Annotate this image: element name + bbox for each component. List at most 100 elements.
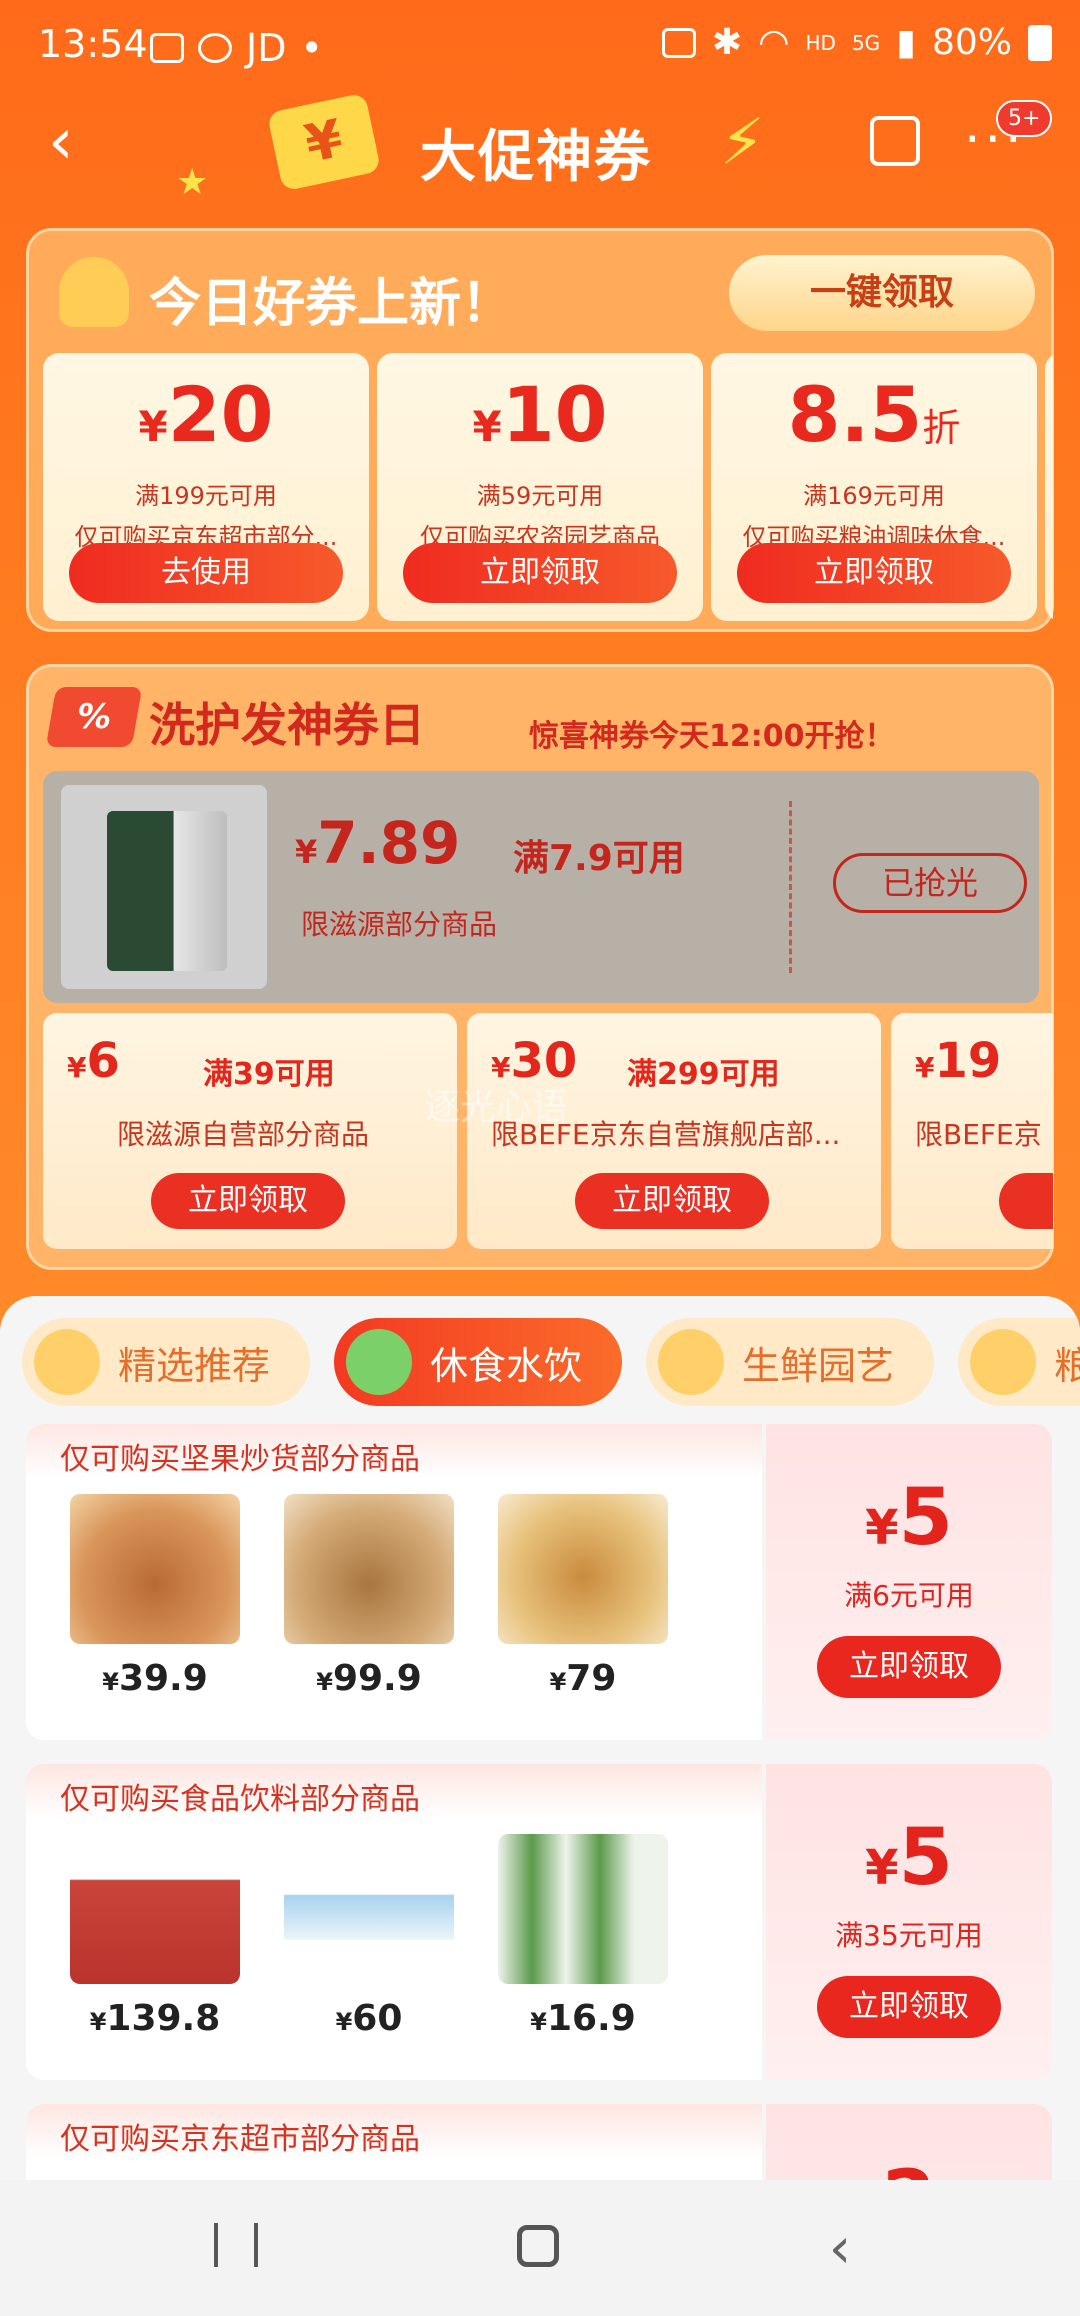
ticket-icon: ¥ — [266, 92, 382, 192]
chevron-left-icon: ‹ — [828, 2216, 852, 2281]
today-coupons-title: 今日好券上新！ — [149, 274, 514, 334]
home-icon — [517, 2225, 559, 2267]
coupon-condition: 满199元可用 — [135, 482, 277, 510]
watermark: 逐光心语 — [424, 1087, 569, 1128]
shop-header: 仅可购买坚果炒货部分商品 — [26, 1424, 762, 1478]
tab-fresh-garden[interactable]: 生鲜园艺 — [646, 1318, 934, 1406]
coupon-amount: ¥5 — [865, 1473, 953, 1563]
status-time: 13:54 — [38, 22, 148, 66]
coupon-amount: 2 — [766, 2158, 1052, 2180]
pouch-image — [107, 811, 227, 971]
coupon-amount: ¥19 — [915, 1033, 1002, 1089]
status-right-icons: ✱ ◠ HD 5G ▮ 80% — [661, 22, 1052, 63]
shop-header: 仅可购买食品饮料部分商品 — [26, 1764, 762, 1818]
tab-featured[interactable]: 精选推荐 — [22, 1318, 310, 1406]
milk-gift-box-image — [70, 1834, 240, 1984]
shop-products[interactable]: 仅可购买京东超市部分商品 — [26, 2104, 762, 2180]
page-title: 大促神券 — [420, 125, 652, 190]
today-coupons-panel: 今日好券上新！ 一键领取 ¥20 满199元可用 仅可购买京东超市部分... 去… — [26, 228, 1054, 632]
coupon-amount: ¥10 — [472, 370, 608, 459]
claim-coupon-button[interactable]: 立即领取 — [817, 1636, 1001, 1698]
almond-jar-image — [70, 1494, 240, 1644]
category-tabs: 精选推荐 休食水饮 生鲜园艺 粮 — [22, 1318, 1080, 1408]
coupon-card: ¥10 满59元可用 仅可购买农资园艺商品 立即领取 — [377, 353, 703, 621]
featured-coupon-amount: ¥7.89 — [295, 809, 461, 877]
small-coupon-row[interactable]: ¥6 满39可用 限滋源自营部分商品 立即领取 ¥30 满299可用 限BEFE… — [43, 1013, 1053, 1249]
oil-icon — [970, 1329, 1036, 1395]
coupon-desc: 限滋源自营部分商品 — [117, 1118, 370, 1151]
product-price: ¥39.9 — [102, 1658, 208, 1699]
product-item[interactable]: ¥79 — [488, 1494, 678, 1699]
recents-icon — [214, 2223, 258, 2267]
hair-care-subtitle: 惊喜神券今天12:00开抢！ — [529, 719, 895, 754]
shop-coupon-card: 仅可购买食品饮料部分商品 ¥139.8 ¥60 ¥16.9 ¥5 满35元可用 … — [26, 1764, 1052, 2080]
claim-all-button[interactable]: 一键领取 — [729, 255, 1035, 331]
bluetooth-icon: ✱ — [711, 22, 743, 63]
small-coupon-card: ¥6 满39可用 限滋源自营部分商品 立即领取 — [43, 1013, 457, 1249]
claim-coupon-button[interactable]: 立即领取 — [817, 1976, 1001, 2038]
tab-grain[interactable]: 粮 — [958, 1318, 1080, 1406]
coupon-condition: 满59元可用 — [476, 482, 604, 510]
coupon-condition: 满169元可用 — [803, 482, 945, 510]
product-price: ¥60 — [335, 1998, 403, 2039]
coupon-desc: 限BEFE京 — [915, 1118, 1042, 1151]
gallery-icon — [150, 33, 184, 63]
battery-icon — [1028, 24, 1052, 61]
milk-bottles-image — [498, 1834, 668, 1984]
claim-coupon-button[interactable]: 立即领取 — [151, 1173, 345, 1229]
product-price: ¥99.9 — [316, 1658, 422, 1699]
sold-out-button[interactable]: 已抢光 — [833, 853, 1027, 913]
bell-icon — [59, 257, 129, 327]
mixed-nuts-jar-image — [498, 1494, 668, 1644]
today-coupon-row[interactable]: ¥20 满199元可用 仅可购买京东超市部分... 去使用 ¥10 满59元可用… — [43, 353, 1053, 621]
use-coupon-button[interactable]: 去使用 — [69, 543, 343, 603]
claim-coupon-button[interactable]: 立即领取 — [575, 1173, 769, 1229]
recents-button[interactable] — [196, 2214, 276, 2284]
walnut-image — [284, 1494, 454, 1644]
shop-coupon-card: 仅可购买京东超市部分商品 2 — [26, 2104, 1052, 2180]
shop-coupon: 2 — [766, 2104, 1052, 2180]
claim-coupon-button[interactable]: 立即领取 — [737, 543, 1011, 603]
coupon-condition: 满35元可用 — [835, 1919, 983, 1952]
product-item[interactable]: ¥39.9 — [60, 1494, 250, 1699]
product-item[interactable]: ¥60 — [274, 1834, 464, 2039]
shop-products[interactable]: 仅可购买坚果炒货部分商品 ¥39.9 ¥99.9 ¥79 — [26, 1424, 762, 1740]
shop-products[interactable]: 仅可购买食品饮料部分商品 ¥139.8 ¥60 ¥16.9 — [26, 1764, 762, 2080]
featured-coupon-condition: 满7.9可用 — [513, 838, 685, 879]
system-nav-bar: ‹ — [0, 2180, 1080, 2316]
app-notification-icon — [198, 33, 232, 63]
product-item[interactable]: ¥16.9 — [488, 1834, 678, 2039]
featured-coupon: ¥7.89 满7.9可用 限滋源部分商品 已抢光 — [43, 771, 1039, 1003]
share-button[interactable] — [870, 116, 920, 166]
durian-icon — [658, 1329, 724, 1395]
coupon-condition: 满6元可用 — [844, 1579, 974, 1612]
shop-coupon-card: 仅可购买坚果炒货部分商品 ¥39.9 ¥99.9 ¥79 ¥5 满6元可用 立即… — [26, 1424, 1052, 1740]
message-icon — [661, 27, 696, 58]
battery-label: 80% — [931, 22, 1012, 63]
shop-coupon: ¥5 满35元可用 立即领取 — [766, 1764, 1052, 2080]
claim-coupon-button[interactable]: 立 — [999, 1173, 1053, 1229]
coupon-amount: ¥20 — [138, 370, 274, 459]
star-icon: ★ — [176, 162, 209, 203]
notification-badge: 5+ — [996, 100, 1053, 137]
hair-care-title: 洗护发神券日 — [149, 698, 425, 752]
shop-header: 仅可购买京东超市部分商品 — [26, 2104, 762, 2158]
coupon-amount: ¥6 — [67, 1033, 120, 1089]
shop-coupon: ¥5 满6元可用 立即领取 — [766, 1424, 1052, 1740]
claim-coupon-button[interactable]: 立即领取 — [403, 543, 677, 603]
coupon-card-partial — [1045, 353, 1053, 621]
status-app-label: JD — [246, 26, 287, 70]
product-price: ¥79 — [549, 1658, 617, 1699]
snack-icon — [346, 1329, 412, 1395]
back-button[interactable]: ‹ — [48, 110, 108, 174]
chevron-left-icon: ‹ — [48, 105, 74, 179]
hd-label: HD — [805, 30, 836, 55]
status-bar: 13:54 JD • ✱ ◠ HD 5G ▮ 80% — [0, 0, 1080, 92]
system-back-button[interactable]: ‹ — [800, 2214, 880, 2284]
home-button[interactable] — [498, 2214, 578, 2284]
product-item[interactable]: ¥139.8 — [60, 1834, 250, 2039]
product-item[interactable]: ¥99.9 — [274, 1494, 464, 1699]
coupon-amount: ¥5 — [865, 1813, 953, 1903]
tab-snacks-drinks[interactable]: 休食水饮 — [334, 1318, 622, 1406]
milk-carton-image — [284, 1834, 454, 1984]
